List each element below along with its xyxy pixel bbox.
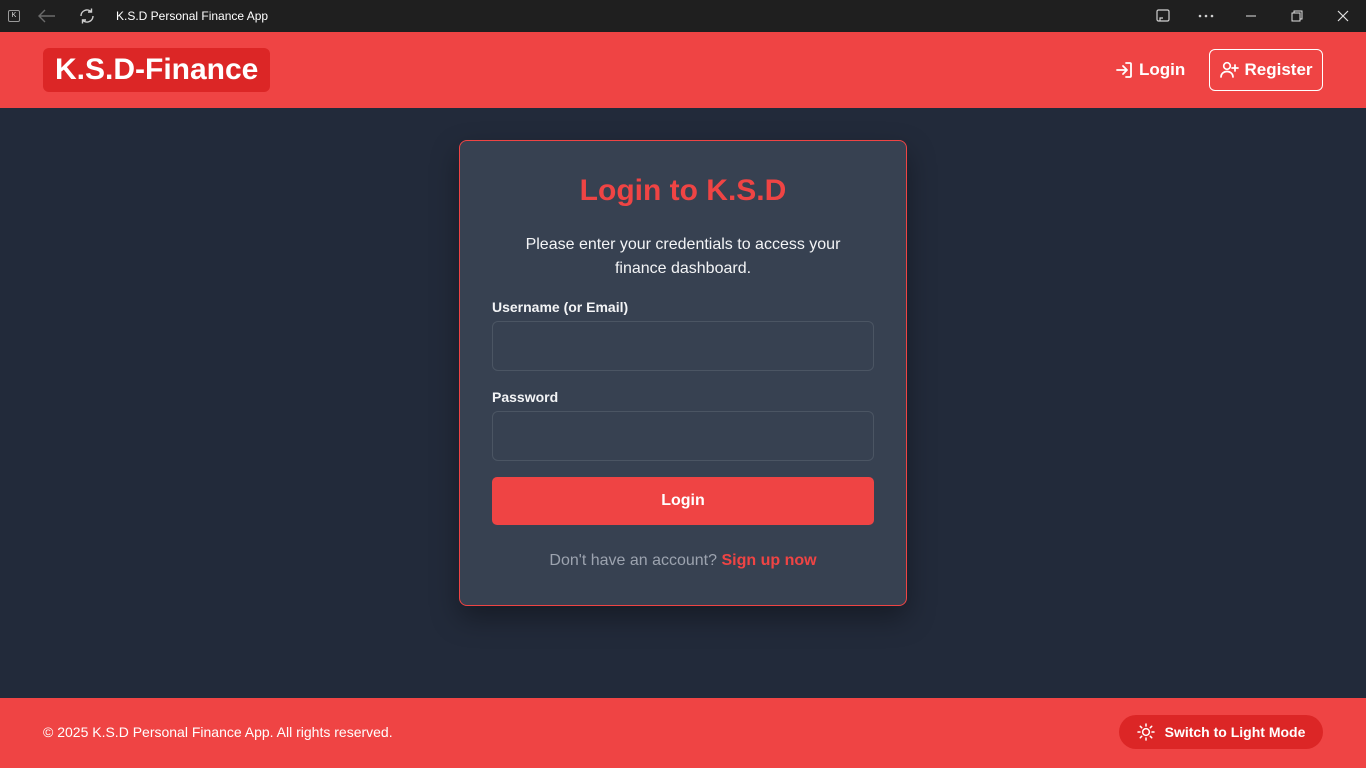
login-submit-button[interactable]: Login [492, 477, 874, 525]
refresh-icon [80, 8, 94, 24]
login-icon [1116, 62, 1132, 78]
app-footer: © 2025 K.S.D Personal Finance App. All r… [0, 698, 1366, 768]
nav-register-button[interactable]: Register [1209, 49, 1323, 91]
minimize-icon [1246, 15, 1256, 17]
footer-copyright: © 2025 K.S.D Personal Finance App. All r… [43, 724, 393, 740]
nav-register-label: Register [1244, 60, 1313, 79]
close-icon [1337, 10, 1349, 22]
login-title: Login to K.S.D [579, 174, 787, 207]
minimize-button[interactable] [1238, 0, 1264, 32]
refresh-button[interactable] [74, 0, 100, 32]
app-icon: K [8, 10, 20, 22]
window-titlebar: K K.S.D Personal Finance App [0, 0, 1366, 32]
login-subtitle: Please enter your credentials to access … [525, 236, 841, 277]
app-header: K.S.D-Finance Login Register [0, 32, 1366, 108]
signup-link[interactable]: Sign up now [721, 552, 816, 569]
cast-button[interactable] [1150, 0, 1176, 32]
back-button[interactable] [34, 0, 60, 32]
nav-login-label: Login [1139, 60, 1186, 79]
maximize-icon [1291, 10, 1303, 22]
arrow-left-icon [38, 9, 55, 23]
more-button[interactable] [1193, 0, 1219, 32]
username-label: Username (or Email) [492, 299, 629, 315]
theme-toggle-label: Switch to Light Mode [1164, 724, 1306, 740]
nav-login-link[interactable]: Login [1114, 49, 1185, 91]
close-button[interactable] [1330, 0, 1356, 32]
login-card: Login to K.S.D Please enter your credent… [459, 140, 907, 606]
password-label: Password [492, 389, 559, 405]
window-title: K.S.D Personal Finance App [116, 9, 269, 23]
password-input[interactable] [492, 411, 874, 461]
theme-toggle-button[interactable]: Switch to Light Mode [1119, 715, 1323, 749]
more-icon [1198, 14, 1214, 18]
signup-prompt: Don't have an account? [549, 552, 718, 569]
maximize-button[interactable] [1284, 0, 1310, 32]
brand-logo[interactable]: K.S.D-Finance [43, 48, 271, 92]
signup-prompt-row: Don't have an account? Sign up now [460, 550, 906, 572]
user-plus-icon [1220, 61, 1240, 78]
sun-icon [1136, 723, 1155, 741]
cast-icon [1156, 9, 1170, 22]
username-input[interactable] [492, 321, 874, 371]
